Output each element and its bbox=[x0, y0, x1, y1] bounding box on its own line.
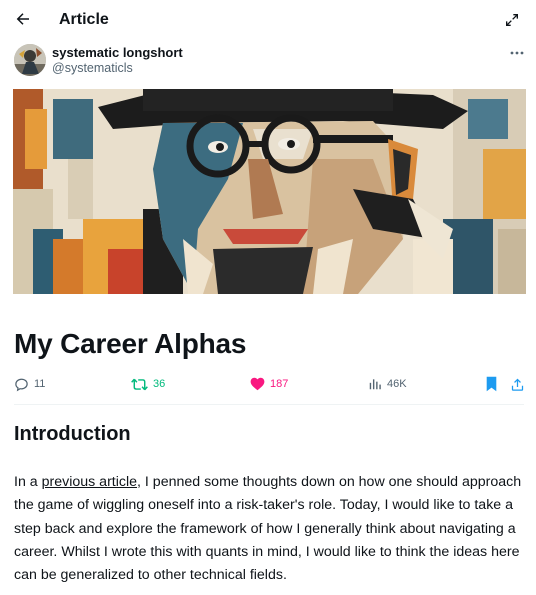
views-chart-icon bbox=[369, 379, 381, 390]
more-dots-icon bbox=[510, 51, 524, 55]
arrow-left-icon bbox=[16, 13, 29, 25]
paragraph-text-start: In a bbox=[14, 474, 42, 490]
section-heading: Introduction bbox=[14, 423, 131, 445]
reply-icon bbox=[15, 378, 28, 391]
previous-article-link[interactable]: previous article bbox=[42, 474, 137, 490]
author-row: systematic longshort @systematicls bbox=[14, 44, 524, 80]
top-bar: Article bbox=[0, 0, 536, 40]
cubist-portrait-image bbox=[13, 89, 526, 294]
repost-count: 36 bbox=[153, 378, 166, 390]
views-count: 46K bbox=[387, 378, 407, 390]
back-button[interactable] bbox=[12, 8, 34, 30]
share-upload-icon bbox=[511, 378, 524, 391]
reply-button[interactable]: 11 bbox=[14, 372, 45, 396]
action-bar: 11 36 187 46K bbox=[0, 372, 536, 396]
like-count: 187 bbox=[270, 378, 289, 390]
share-button[interactable] bbox=[510, 372, 525, 396]
expand-button[interactable] bbox=[502, 10, 522, 30]
repost-icon bbox=[131, 378, 148, 390]
more-button[interactable] bbox=[508, 46, 526, 60]
author-name[interactable]: systematic longshort bbox=[52, 45, 183, 60]
cover-image[interactable] bbox=[13, 89, 526, 294]
bookmark-button[interactable] bbox=[485, 372, 498, 396]
bookmark-filled-icon bbox=[486, 376, 497, 392]
divider bbox=[14, 404, 524, 405]
heart-filled-icon bbox=[250, 377, 265, 391]
reply-count: 11 bbox=[34, 378, 46, 390]
avatar-image bbox=[14, 44, 46, 76]
avatar[interactable] bbox=[14, 44, 46, 76]
article-title: My Career Alphas bbox=[14, 328, 247, 359]
paragraph-text-rest: , I penned some thoughts down on how one… bbox=[14, 474, 522, 584]
expand-icon bbox=[506, 14, 518, 26]
article-paragraph: In a previous article, I penned some tho… bbox=[14, 471, 526, 587]
repost-button[interactable]: 36 bbox=[131, 372, 165, 396]
like-button[interactable]: 187 bbox=[250, 372, 288, 396]
page-title: Article bbox=[59, 11, 109, 28]
views-button[interactable]: 46K bbox=[368, 372, 407, 396]
author-handle: @systematicls bbox=[52, 61, 133, 75]
